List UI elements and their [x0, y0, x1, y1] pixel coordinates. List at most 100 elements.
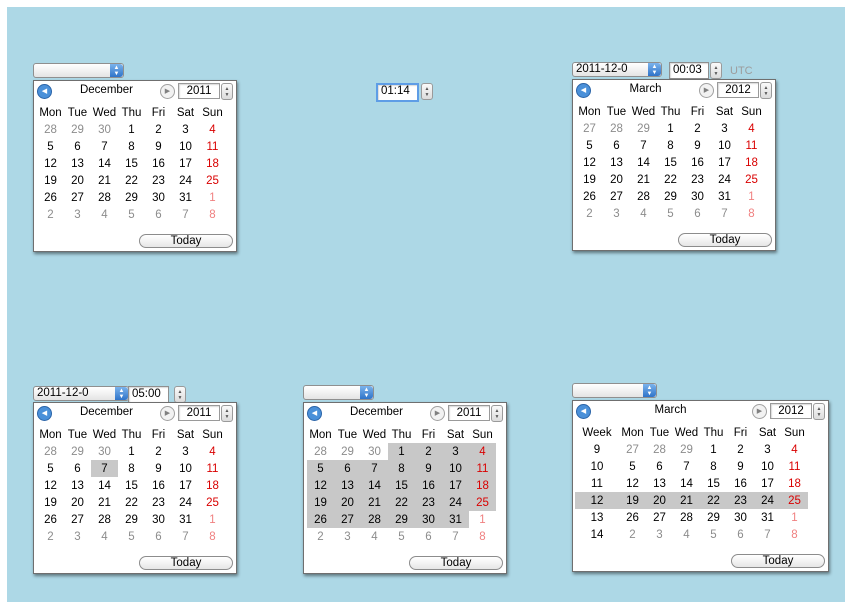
calendar-day[interactable]: 22	[118, 172, 145, 189]
calendar-day[interactable]: 3	[64, 528, 91, 545]
calendar-day[interactable]: 7	[442, 528, 469, 545]
calendar-day[interactable]: 8	[388, 460, 415, 477]
calendar-day[interactable]: 28	[91, 189, 118, 206]
week-number[interactable]: 11	[575, 475, 619, 492]
calendar-day[interactable]: 6	[415, 528, 442, 545]
calendar-day[interactable]: 7	[673, 458, 700, 475]
calendar-day[interactable]: 13	[603, 154, 630, 171]
calendar-day[interactable]: 10	[754, 458, 781, 475]
calendar-day[interactable]: 1	[781, 509, 808, 526]
calendar-day[interactable]: 2	[307, 528, 334, 545]
calendar-day[interactable]: 27	[64, 189, 91, 206]
year-field[interactable]: 2012	[770, 403, 812, 419]
calendar-day[interactable]: 23	[727, 492, 754, 509]
prev-month-icon[interactable]: ◀	[307, 406, 322, 421]
date-popup[interactable]: 2011-12-0 ▲ ▼	[33, 386, 129, 401]
calendar-day[interactable]: 7	[172, 206, 199, 223]
calendar-day[interactable]: 12	[37, 155, 64, 172]
date-popup-empty[interactable]: ▲ ▼	[303, 385, 374, 400]
calendar-day[interactable]: 8	[118, 460, 145, 477]
calendar-day[interactable]: 5	[388, 528, 415, 545]
calendar-day[interactable]: 4	[781, 441, 808, 458]
calendar-day[interactable]: 29	[388, 511, 415, 528]
week-number[interactable]: 10	[575, 458, 619, 475]
calendar-day[interactable]: 24	[172, 494, 199, 511]
calendar-day[interactable]: 25	[469, 494, 496, 511]
calendar-day[interactable]: 21	[673, 492, 700, 509]
calendar-day[interactable]: 12	[576, 154, 603, 171]
calendar-day[interactable]: 14	[630, 154, 657, 171]
time-field[interactable]: 00:03	[669, 62, 709, 79]
calendar-day[interactable]: 14	[361, 477, 388, 494]
calendar-day[interactable]: 30	[91, 443, 118, 460]
calendar-day[interactable]: 18	[738, 154, 765, 171]
calendar-day[interactable]: 23	[145, 494, 172, 511]
calendar-day[interactable]: 11	[469, 460, 496, 477]
calendar-day[interactable]: 31	[172, 511, 199, 528]
calendar-day[interactable]: 20	[603, 171, 630, 188]
calendar-day[interactable]: 4	[469, 443, 496, 460]
calendar-day[interactable]: 31	[172, 189, 199, 206]
calendar-day[interactable]: 30	[145, 511, 172, 528]
calendar-day[interactable]: 4	[738, 120, 765, 137]
calendar-day[interactable]: 3	[711, 120, 738, 137]
calendar-day[interactable]: 4	[361, 528, 388, 545]
prev-month-icon[interactable]: ◀	[37, 84, 52, 99]
calendar-day[interactable]: 26	[307, 511, 334, 528]
calendar-day[interactable]: 21	[361, 494, 388, 511]
calendar-day[interactable]: 9	[415, 460, 442, 477]
calendar-day[interactable]: 6	[145, 206, 172, 223]
time-stepper[interactable]: ▲ ▼	[710, 62, 722, 79]
calendar-day[interactable]: 28	[37, 443, 64, 460]
calendar-day[interactable]: 31	[442, 511, 469, 528]
calendar-day[interactable]: 4	[91, 206, 118, 223]
calendar-day[interactable]: 16	[145, 155, 172, 172]
calendar-day[interactable]: 5	[118, 206, 145, 223]
time-field[interactable]: 01:14	[376, 83, 419, 102]
prev-month-icon[interactable]: ◀	[576, 404, 591, 419]
calendar-day[interactable]: 20	[64, 172, 91, 189]
calendar-day[interactable]: 19	[307, 494, 334, 511]
calendar-day[interactable]: 24	[711, 171, 738, 188]
calendar-day[interactable]: 28	[307, 443, 334, 460]
next-month-icon[interactable]: ▶	[160, 406, 175, 421]
calendar-day[interactable]: 4	[199, 121, 226, 138]
year-stepper[interactable]: ▲ ▼	[221, 83, 233, 100]
calendar-day[interactable]: 2	[415, 443, 442, 460]
calendar-day[interactable]: 12	[307, 477, 334, 494]
prev-month-icon[interactable]: ◀	[37, 406, 52, 421]
calendar-day[interactable]: 25	[199, 172, 226, 189]
calendar-day[interactable]: 19	[576, 171, 603, 188]
calendar-day[interactable]: 30	[684, 188, 711, 205]
calendar-day[interactable]: 29	[64, 443, 91, 460]
calendar-day[interactable]: 1	[199, 511, 226, 528]
calendar-day[interactable]: 17	[711, 154, 738, 171]
calendar-day[interactable]: 12	[37, 477, 64, 494]
calendar-day[interactable]: 5	[37, 138, 64, 155]
calendar-day[interactable]: 10	[711, 137, 738, 154]
calendar-day[interactable]: 1	[657, 120, 684, 137]
calendar-day[interactable]: 30	[415, 511, 442, 528]
calendar-day[interactable]: 5	[307, 460, 334, 477]
calendar-day[interactable]: 28	[673, 509, 700, 526]
calendar-day[interactable]: 11	[199, 460, 226, 477]
today-button[interactable]: Today	[731, 554, 825, 568]
week-number[interactable]: 12	[575, 492, 619, 509]
calendar-day[interactable]: 17	[172, 155, 199, 172]
calendar-day[interactable]: 2	[145, 443, 172, 460]
calendar-day[interactable]: 8	[657, 137, 684, 154]
calendar-day[interactable]: 1	[738, 188, 765, 205]
calendar-day[interactable]: 20	[646, 492, 673, 509]
calendar-day[interactable]: 11	[199, 138, 226, 155]
calendar-day[interactable]: 26	[37, 189, 64, 206]
calendar-day[interactable]: 8	[199, 206, 226, 223]
calendar-day[interactable]: 27	[64, 511, 91, 528]
calendar-day[interactable]: 25	[738, 171, 765, 188]
calendar-day[interactable]: 1	[388, 443, 415, 460]
calendar-day[interactable]: 9	[727, 458, 754, 475]
calendar-day[interactable]: 2	[684, 120, 711, 137]
next-month-icon[interactable]: ▶	[699, 83, 714, 98]
calendar-day[interactable]: 27	[603, 188, 630, 205]
year-field[interactable]: 2011	[178, 405, 220, 421]
calendar-day[interactable]: 6	[64, 138, 91, 155]
